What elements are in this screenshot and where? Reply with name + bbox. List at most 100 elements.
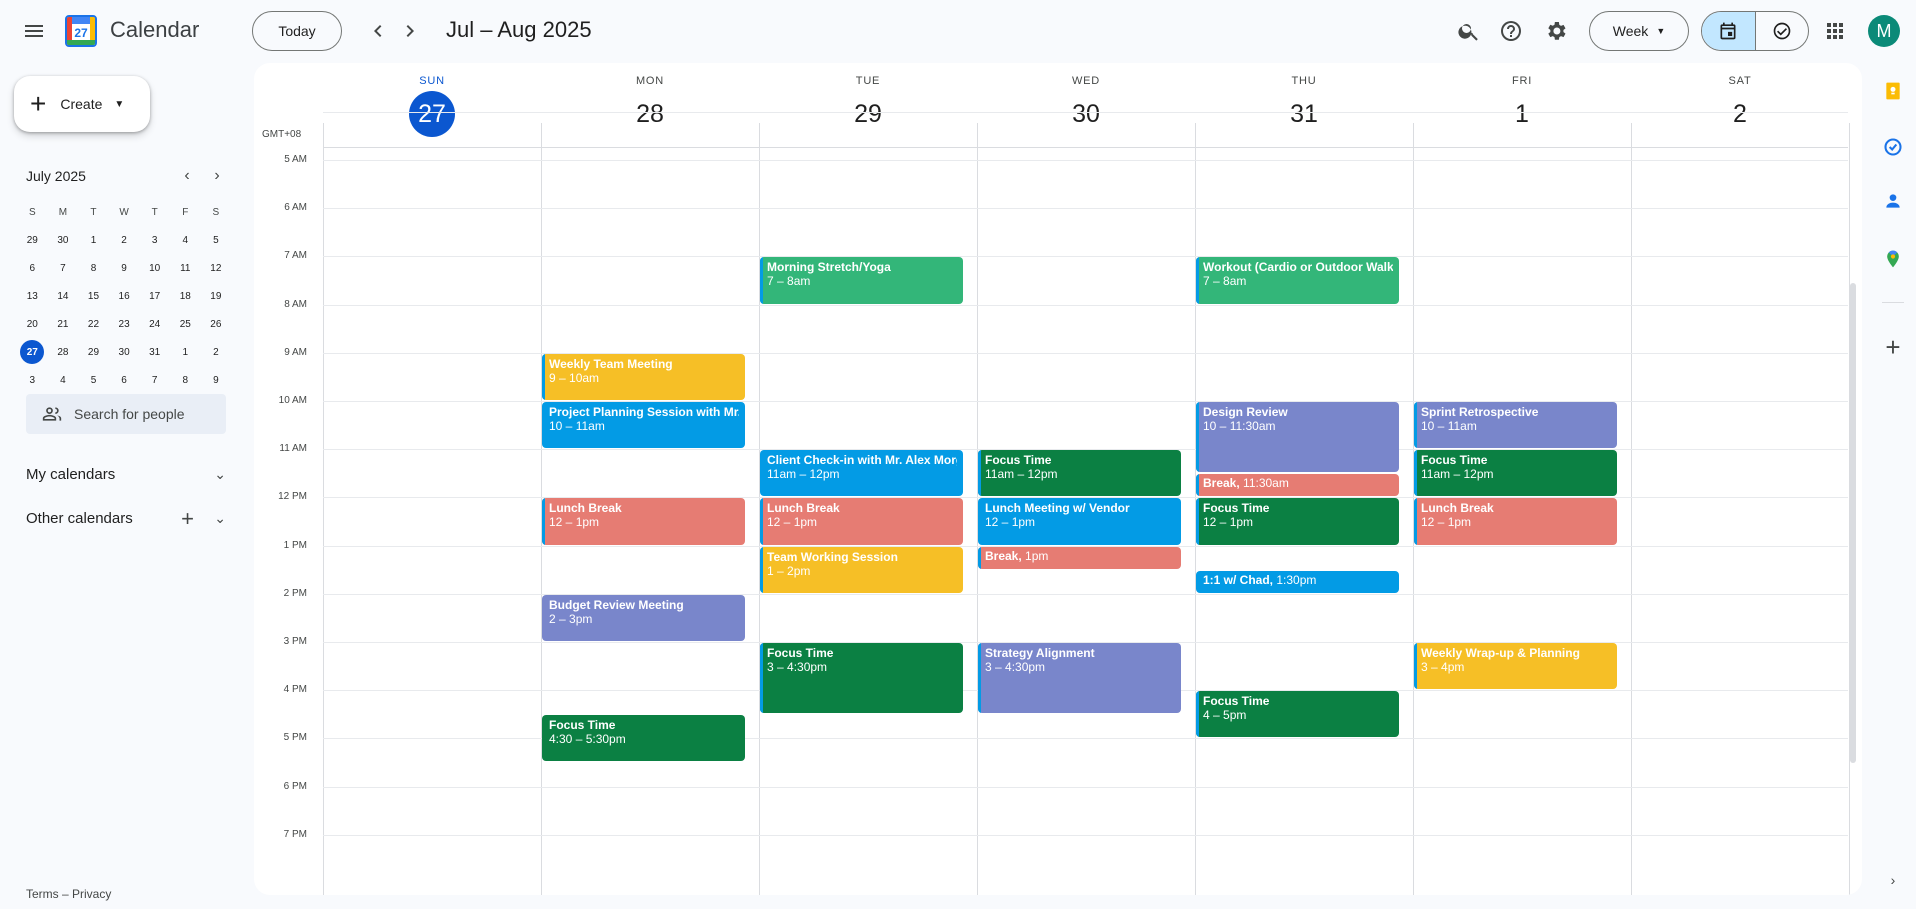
maps-icon[interactable] (1880, 246, 1906, 272)
mini-day[interactable]: 10 (139, 254, 170, 282)
calendar-event[interactable]: Focus Time 4:30 – 5:30pm (542, 715, 745, 762)
calendar-event[interactable]: Team Working Session 1 – 2pm (760, 546, 963, 593)
mini-day[interactable]: 25 (170, 310, 201, 338)
tasks-view-icon[interactable] (1756, 12, 1809, 50)
day-header-mon[interactable]: MON 28 (541, 63, 759, 148)
mini-day[interactable]: 1 (78, 226, 109, 254)
mini-day[interactable]: 26 (201, 310, 232, 338)
day-header-sat[interactable]: SAT 2 (1631, 63, 1849, 148)
other-calendars-section[interactable]: Other calendars + ⌄ (26, 506, 226, 531)
day-number[interactable]: 27 (409, 91, 455, 137)
mini-day[interactable]: 22 (78, 310, 109, 338)
day-header-tue[interactable]: TUE 29 (759, 63, 977, 148)
add-addon-icon[interactable]: + (1880, 332, 1906, 362)
mini-day-selected[interactable]: 27 (20, 340, 45, 364)
calendar-event[interactable]: Lunch Meeting w/ Vendor 12 – 1pm (978, 498, 1181, 545)
calendar-event[interactable]: Focus Time 4 – 5pm (1196, 691, 1399, 738)
main-menu-icon[interactable] (14, 11, 54, 51)
calendar-event[interactable]: Weekly Wrap-up & Planning 3 – 4pm (1414, 643, 1617, 690)
calendar-event[interactable]: Focus Time 3 – 4:30pm (760, 643, 963, 714)
day-number[interactable]: 1 (1499, 91, 1545, 137)
calendar-event[interactable]: Lunch Break 12 – 1pm (1414, 498, 1617, 545)
mini-day[interactable]: 5 (201, 226, 232, 254)
mini-day[interactable]: 1 (170, 338, 201, 366)
create-button[interactable]: + Create ▼ (14, 76, 150, 132)
mini-day[interactable]: 13 (17, 282, 48, 310)
calendar-event[interactable]: Client Check-in with Mr. Alex Morg 11am –… (760, 450, 963, 497)
contacts-icon[interactable] (1880, 188, 1906, 214)
calendar-event[interactable]: Lunch Break 12 – 1pm (542, 498, 745, 545)
mini-day[interactable]: 7 (139, 366, 170, 394)
calendar-event[interactable]: Sprint Retrospective 10 – 11am (1414, 402, 1617, 449)
mini-previous-month-icon[interactable]: ‹ (173, 162, 201, 190)
tasks-icon[interactable] (1880, 134, 1906, 160)
mini-day[interactable]: 8 (78, 254, 109, 282)
mini-next-month-icon[interactable]: › (203, 162, 231, 190)
calendar-event[interactable]: Project Planning Session with Mr. J 10 – … (542, 402, 745, 449)
chevron-down-icon[interactable]: ⌄ (214, 466, 226, 483)
collapse-panel-icon[interactable]: › (1880, 867, 1906, 893)
mini-day[interactable]: 27 (17, 338, 48, 366)
day-header-sun[interactable]: SUN 27 (323, 63, 541, 148)
calendar-event[interactable]: Design Review 10 – 11:30am (1196, 402, 1399, 473)
calendar-event[interactable]: 1:1 w/ Chad, 1:30pm (1196, 570, 1399, 593)
apps-grid-icon[interactable] (1815, 11, 1855, 51)
day-number[interactable]: 31 (1281, 91, 1327, 137)
day-header-fri[interactable]: FRI 1 (1413, 63, 1631, 148)
day-number[interactable]: 29 (845, 91, 891, 137)
mini-day[interactable]: 24 (139, 310, 170, 338)
day-number[interactable]: 28 (627, 91, 673, 137)
mini-day[interactable]: 5 (78, 366, 109, 394)
mini-day[interactable]: 20 (17, 310, 48, 338)
mini-day[interactable]: 23 (109, 310, 140, 338)
mini-day[interactable]: 3 (17, 366, 48, 394)
today-button[interactable]: Today (252, 11, 342, 51)
grid-scrollbar[interactable] (1850, 283, 1856, 763)
mini-day[interactable]: 31 (139, 338, 170, 366)
mini-day[interactable]: 16 (109, 282, 140, 310)
mini-day[interactable]: 29 (17, 226, 48, 254)
mini-day[interactable]: 9 (201, 366, 232, 394)
calendar-event[interactable]: Break, 11:30am (1196, 474, 1399, 497)
mini-day[interactable]: 9 (109, 254, 140, 282)
day-number[interactable]: 2 (1717, 91, 1763, 137)
help-icon[interactable] (1491, 11, 1531, 51)
calendar-event[interactable]: Focus Time 12 – 1pm (1196, 498, 1399, 545)
calendar-event[interactable]: Weekly Team Meeting 9 – 10am (542, 353, 745, 400)
calendar-event[interactable]: Morning Stretch/Yoga 7 – 8am (760, 257, 963, 304)
mini-day[interactable]: 18 (170, 282, 201, 310)
terms-privacy-link[interactable]: Terms – Privacy (26, 887, 111, 901)
day-header-thu[interactable]: THU 31 (1195, 63, 1413, 148)
mini-day[interactable]: 6 (109, 366, 140, 394)
account-avatar[interactable]: M (1868, 15, 1900, 47)
mini-day[interactable]: 7 (48, 254, 79, 282)
mini-day[interactable]: 3 (139, 226, 170, 254)
calendar-event[interactable]: Focus Time 11am – 12pm (1414, 450, 1617, 497)
calendar-view-icon[interactable] (1702, 12, 1756, 50)
mini-day[interactable]: 15 (78, 282, 109, 310)
settings-gear-icon[interactable] (1536, 11, 1576, 51)
mini-day[interactable]: 19 (201, 282, 232, 310)
mini-day[interactable]: 4 (170, 226, 201, 254)
day-number[interactable]: 30 (1063, 91, 1109, 137)
chevron-down-icon[interactable]: ⌄ (214, 510, 226, 527)
view-selector-button[interactable]: Week ▼ (1589, 11, 1689, 51)
add-calendar-icon[interactable]: + (181, 506, 194, 532)
mini-day[interactable]: 8 (170, 366, 201, 394)
calendar-event[interactable]: Focus Time 11am – 12pm (978, 450, 1181, 497)
calendar-event[interactable]: Workout (Cardio or Outdoor Walk) 7 – 8am (1196, 257, 1399, 304)
calendar-event[interactable]: Lunch Break 12 – 1pm (760, 498, 963, 545)
keep-notes-icon[interactable] (1880, 78, 1906, 104)
search-icon[interactable] (1449, 11, 1489, 51)
mini-day[interactable]: 4 (48, 366, 79, 394)
mini-day[interactable]: 2 (201, 338, 232, 366)
mini-day[interactable]: 28 (48, 338, 79, 366)
mini-day[interactable]: 30 (48, 226, 79, 254)
mini-day[interactable]: 17 (139, 282, 170, 310)
mini-day[interactable]: 30 (109, 338, 140, 366)
mini-day[interactable]: 11 (170, 254, 201, 282)
calendar-event[interactable]: Budget Review Meeting 2 – 3pm (542, 594, 745, 641)
mini-day[interactable]: 2 (109, 226, 140, 254)
mini-day[interactable]: 21 (48, 310, 79, 338)
mini-day[interactable]: 6 (17, 254, 48, 282)
